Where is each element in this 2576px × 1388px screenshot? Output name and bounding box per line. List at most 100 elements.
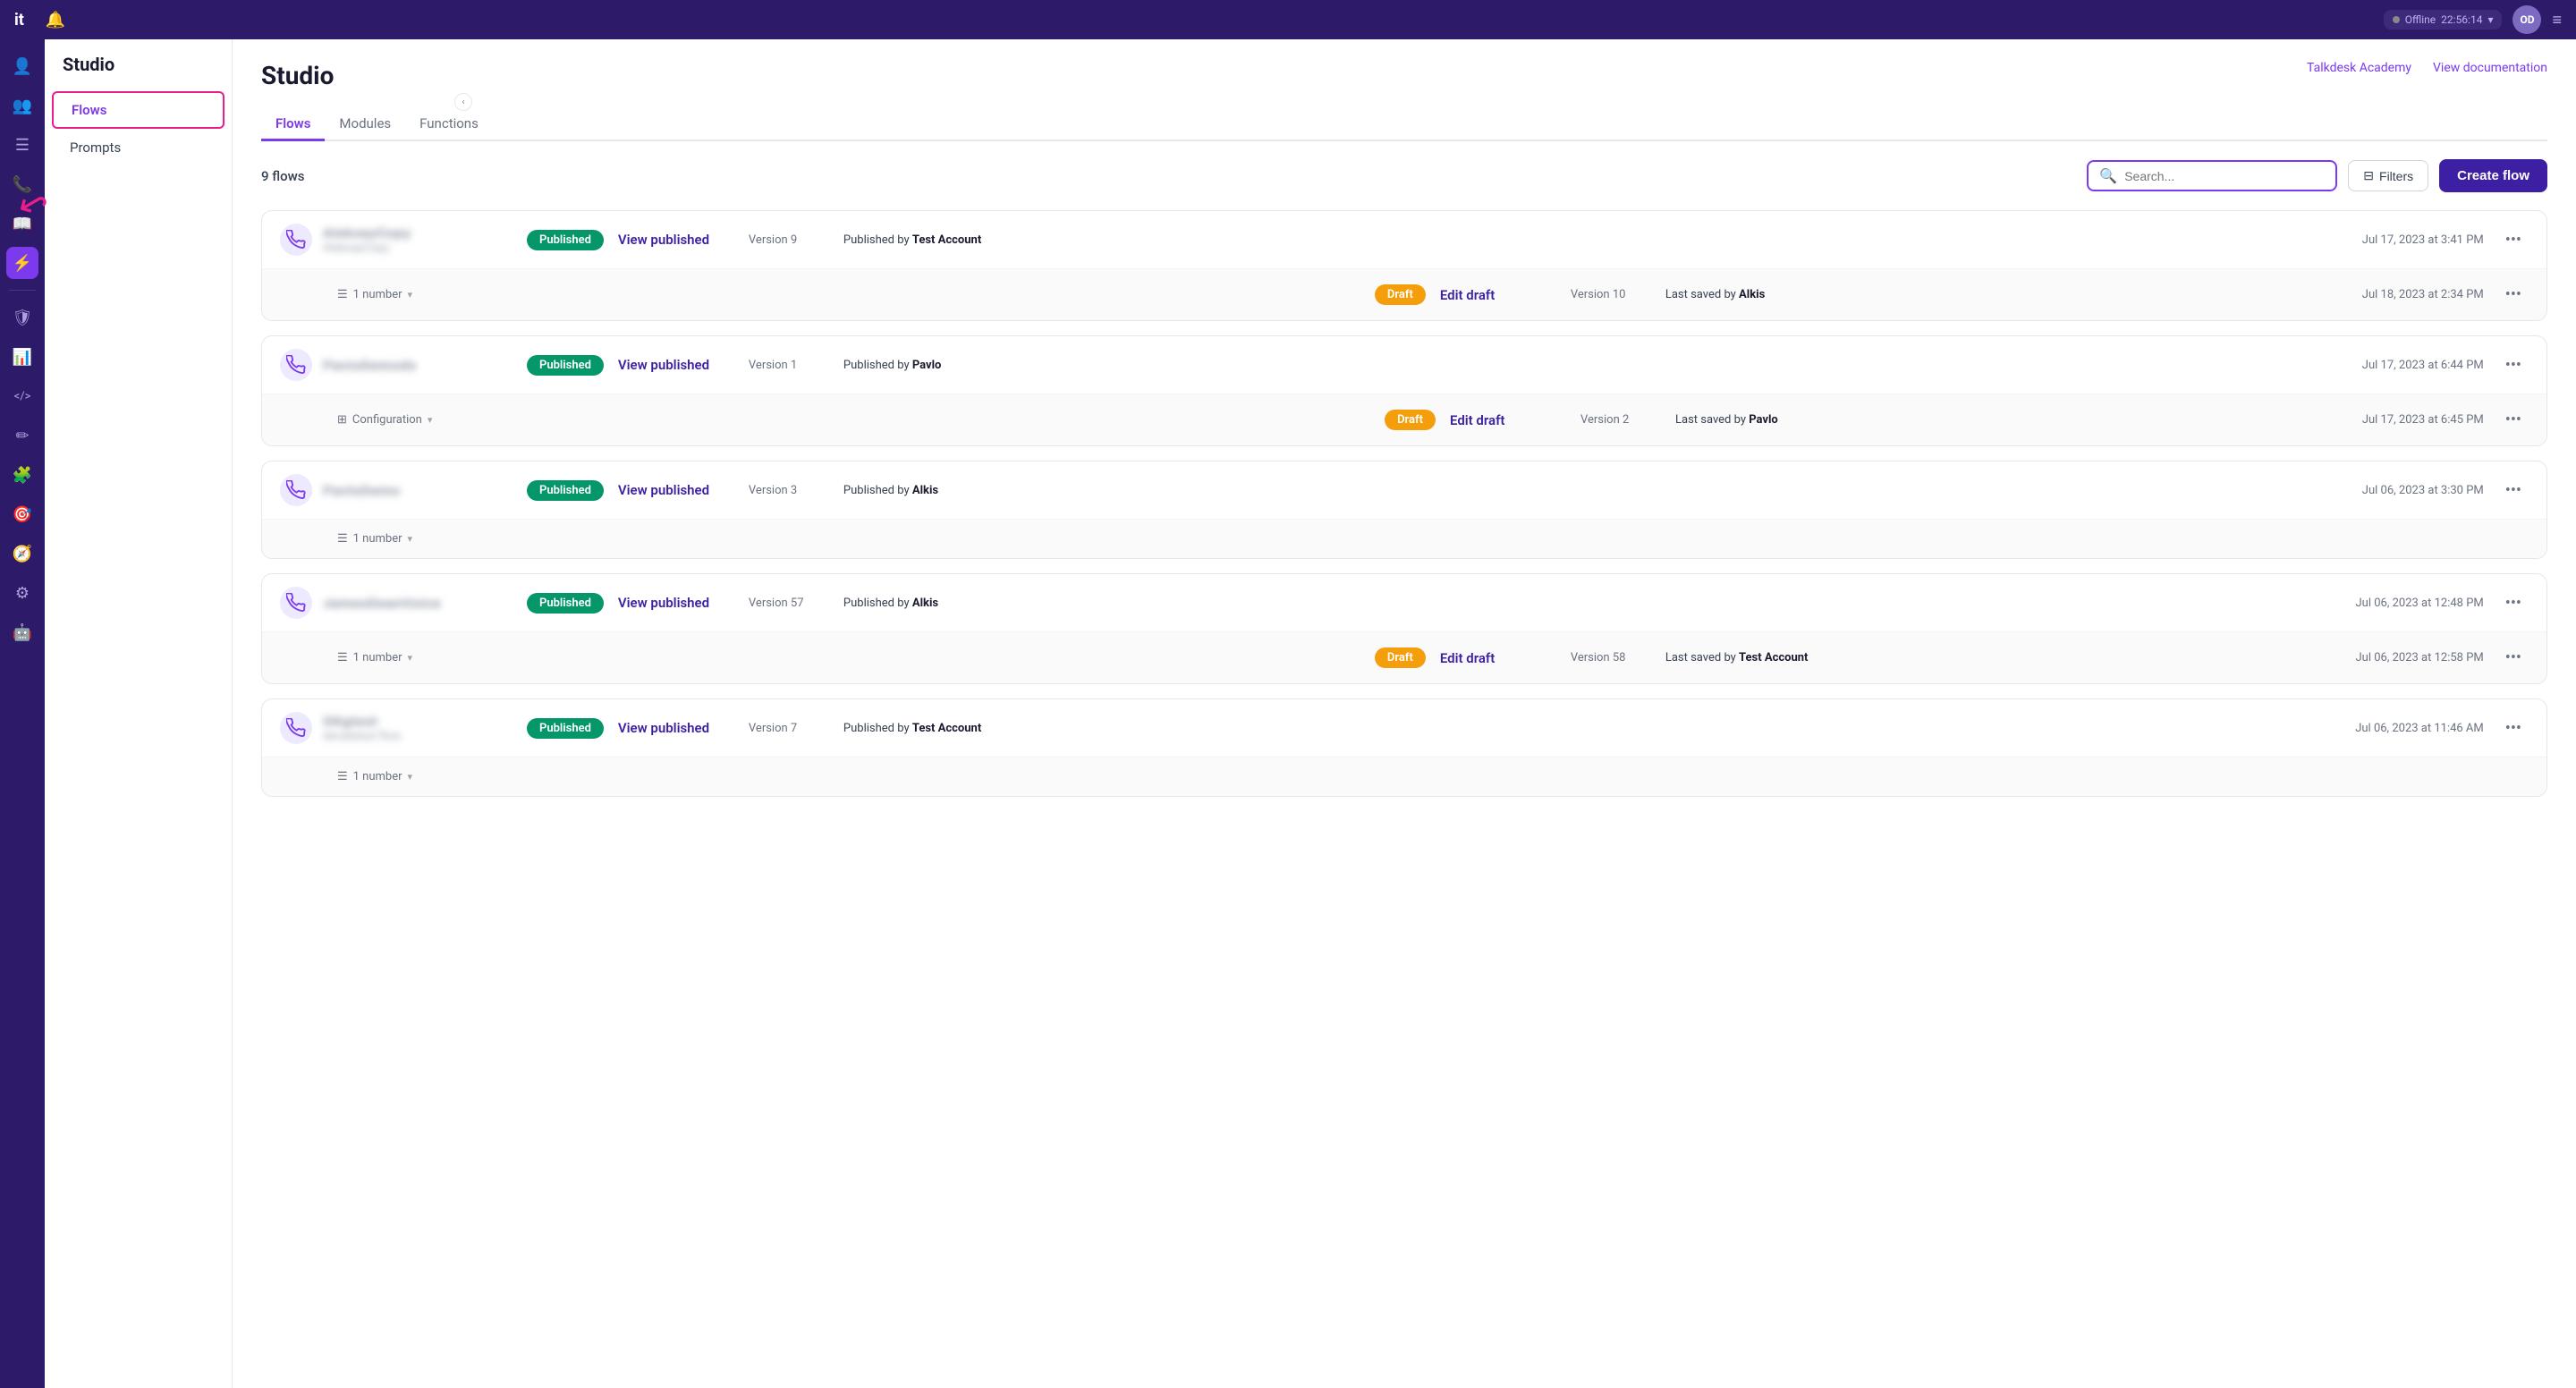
main-layout: 👤 👥 ☰ 📞 📖 ⚡ 🛡 📊 </> ✏ 🧩 🎯 🧭 ⚙ 🤖 Studio F… (0, 39, 2576, 1388)
view-published-link-2[interactable]: View published (618, 357, 734, 373)
sidebar-icon-analytics[interactable]: 📊 (6, 341, 38, 373)
status-dot (2393, 16, 2400, 23)
flow-tag-row-5: ☰ 1 number ▾ (262, 757, 2546, 796)
sidebar-icon-user[interactable]: 👤 (6, 50, 38, 82)
chevron-down-icon: ▾ (2487, 13, 2493, 26)
more-menu-4[interactable]: ••• (2498, 590, 2529, 616)
sidebar-icon-target[interactable]: 🎯 (6, 498, 38, 530)
sidebar-icon-phone[interactable]: 📞 (6, 168, 38, 200)
sidebar-icon-puzzle[interactable]: 🧩 (6, 459, 38, 491)
number-tag-icon: ☰ (337, 770, 348, 783)
published-badge-4: Published (527, 593, 604, 614)
published-badge-3: Published (527, 480, 604, 501)
chevron-down-icon: ▾ (408, 771, 413, 783)
filters-button[interactable]: ⊟ Filters (2348, 160, 2428, 191)
text-sidebar: Studio Flows Prompts ↪ (45, 39, 233, 1388)
more-menu-5[interactable]: ••• (2498, 715, 2529, 741)
flow-number-tag-5[interactable]: ☰ 1 number ▾ (337, 770, 412, 783)
sidebar-icon-book[interactable]: 📖 (6, 207, 38, 240)
sidebar-icon-list[interactable]: ☰ (6, 129, 38, 161)
timestamp-published-3: Jul 06, 2023 at 3:30 PM (2323, 484, 2484, 497)
flow-name-section-2: PavioDemods (280, 349, 513, 381)
flow-number-tag-3[interactable]: ☰ 1 number ▾ (337, 532, 412, 546)
flow-subname-1: AleksayCopy (323, 241, 502, 255)
sidebar-icon-code[interactable]: </> (6, 380, 38, 412)
chevron-icon: ▾ (408, 289, 413, 300)
tab-flows[interactable]: Flows (261, 108, 325, 141)
view-published-link-5[interactable]: View published (618, 720, 734, 736)
view-documentation-link[interactable]: View documentation (2433, 61, 2547, 75)
saved-info-5: Published by Test Account (843, 722, 1022, 735)
published-badge-2: Published (527, 355, 604, 376)
sidebar-divider (9, 290, 36, 291)
edit-draft-link-4[interactable]: Edit draft (1440, 650, 1556, 666)
status-indicator[interactable]: Offline 22:56:14 ▾ (2384, 10, 2503, 30)
flow-title-5: OKgtest (323, 713, 502, 730)
search-input[interactable] (2124, 169, 2325, 183)
tab-modules[interactable]: Modules (325, 108, 405, 141)
status-label: Offline (2405, 13, 2436, 26)
tag-label: 1 number (353, 288, 402, 301)
flows-count: 9 flows (261, 168, 2076, 184)
timestamp-draft-1: Jul 18, 2023 at 2:34 PM (2323, 288, 2484, 301)
more-menu-3[interactable]: ••• (2498, 478, 2529, 504)
view-published-link-3[interactable]: View published (618, 482, 734, 498)
draft-badge-4: Draft (1375, 647, 1426, 668)
talkdesk-academy-link[interactable]: Talkdesk Academy (2307, 61, 2411, 75)
flow-tag-draft-1[interactable]: ☰ 1 number ▾ (337, 288, 412, 301)
tab-functions[interactable]: Functions (405, 108, 493, 141)
flow-row-mid-published-4: Published View published Version 57 Publ… (527, 593, 2309, 614)
flow-row-mid-draft-4: Draft Edit draft Version 58 Last saved b… (1375, 647, 2309, 668)
more-menu-draft-1[interactable]: ••• (2498, 282, 2529, 308)
create-flow-button[interactable]: Create flow (2439, 159, 2547, 192)
tag-icon: ⊞ (337, 413, 347, 427)
more-menu-1[interactable]: ••• (2498, 227, 2529, 253)
flow-title-4: JamesDeanVoice (323, 595, 502, 612)
sidebar-item-prompts[interactable]: Prompts (52, 131, 225, 165)
topbar-right: Offline 22:56:14 ▾ OD ≡ (2384, 5, 2562, 34)
more-menu-draft-4[interactable]: ••• (2498, 645, 2529, 671)
view-published-link-1[interactable]: View published (618, 232, 734, 248)
flow-name-section-5: OKgtest devaletest flow (280, 712, 513, 744)
hamburger-menu-icon[interactable]: ≡ (2552, 11, 2562, 30)
flow-tag-draft-4[interactable]: ☰ 1 number ▾ (337, 651, 412, 664)
timestamp-published-2: Jul 17, 2023 at 6:44 PM (2323, 359, 2484, 372)
sidebar-icon-shield[interactable]: 🛡 (6, 301, 38, 334)
sidebar-icon-contacts[interactable]: 👥 (6, 89, 38, 122)
sidebar-icon-edit[interactable]: ✏ (6, 419, 38, 452)
flow-icon-1 (280, 224, 312, 256)
tag-label: 1 number (353, 651, 402, 664)
sidebar-collapse-button[interactable]: ‹ (454, 93, 472, 111)
sidebar-icon-settings[interactable]: ⚙ (6, 577, 38, 609)
view-published-link-4[interactable]: View published (618, 595, 734, 611)
page-header: Studio Talkdesk Academy View documentati… (261, 61, 2547, 90)
sidebar-icon-compass[interactable]: 🧭 (6, 537, 38, 570)
more-menu-draft-2[interactable]: ••• (2498, 407, 2529, 433)
flow-name-section-4: JamesDeanVoice (280, 587, 513, 619)
sidebar-icon-agent[interactable]: 🤖 (6, 616, 38, 648)
bell-icon[interactable]: 🔔 (46, 11, 65, 30)
flow-icon-4 (280, 587, 312, 619)
logo-icon: it (14, 11, 24, 30)
avatar[interactable]: OD (2512, 5, 2541, 34)
more-menu-2[interactable]: ••• (2498, 352, 2529, 378)
edit-draft-link-1[interactable]: Edit draft (1440, 287, 1556, 303)
flow-tag-draft-2[interactable]: ⊞ Configuration ▾ (337, 413, 432, 427)
flow-card-5: OKgtest devaletest flow Published View p… (261, 698, 2547, 797)
flow-name-4: JamesDeanVoice (323, 595, 502, 612)
published-badge-1: Published (527, 230, 604, 250)
saved-info-draft-2: Last saved by Pavlo (1675, 413, 1854, 427)
flow-card-2: PavioDemods Published View published Ver… (261, 335, 2547, 446)
header-links: Talkdesk Academy View documentation (2307, 61, 2547, 75)
edit-draft-link-2[interactable]: Edit draft (1450, 412, 1566, 428)
search-box[interactable]: 🔍 (2087, 160, 2337, 191)
flow-row-published-3: PavloDemo Published View published Versi… (262, 461, 2546, 519)
sidebar-item-flows[interactable]: Flows (52, 91, 225, 129)
tabs: Flows Modules Functions (261, 108, 2547, 141)
flow-title-3: PavloDemo (323, 482, 502, 499)
sidebar-icon-studio[interactable]: ⚡ (6, 247, 38, 279)
flow-row-mid-published-1: Published View published Version 9 Publi… (527, 230, 2309, 250)
saved-info-draft-4: Last saved by Test Account (1665, 651, 1844, 664)
flow-name-3: PavloDemo (323, 482, 502, 499)
flow-card-4: JamesDeanVoice Published View published … (261, 573, 2547, 684)
